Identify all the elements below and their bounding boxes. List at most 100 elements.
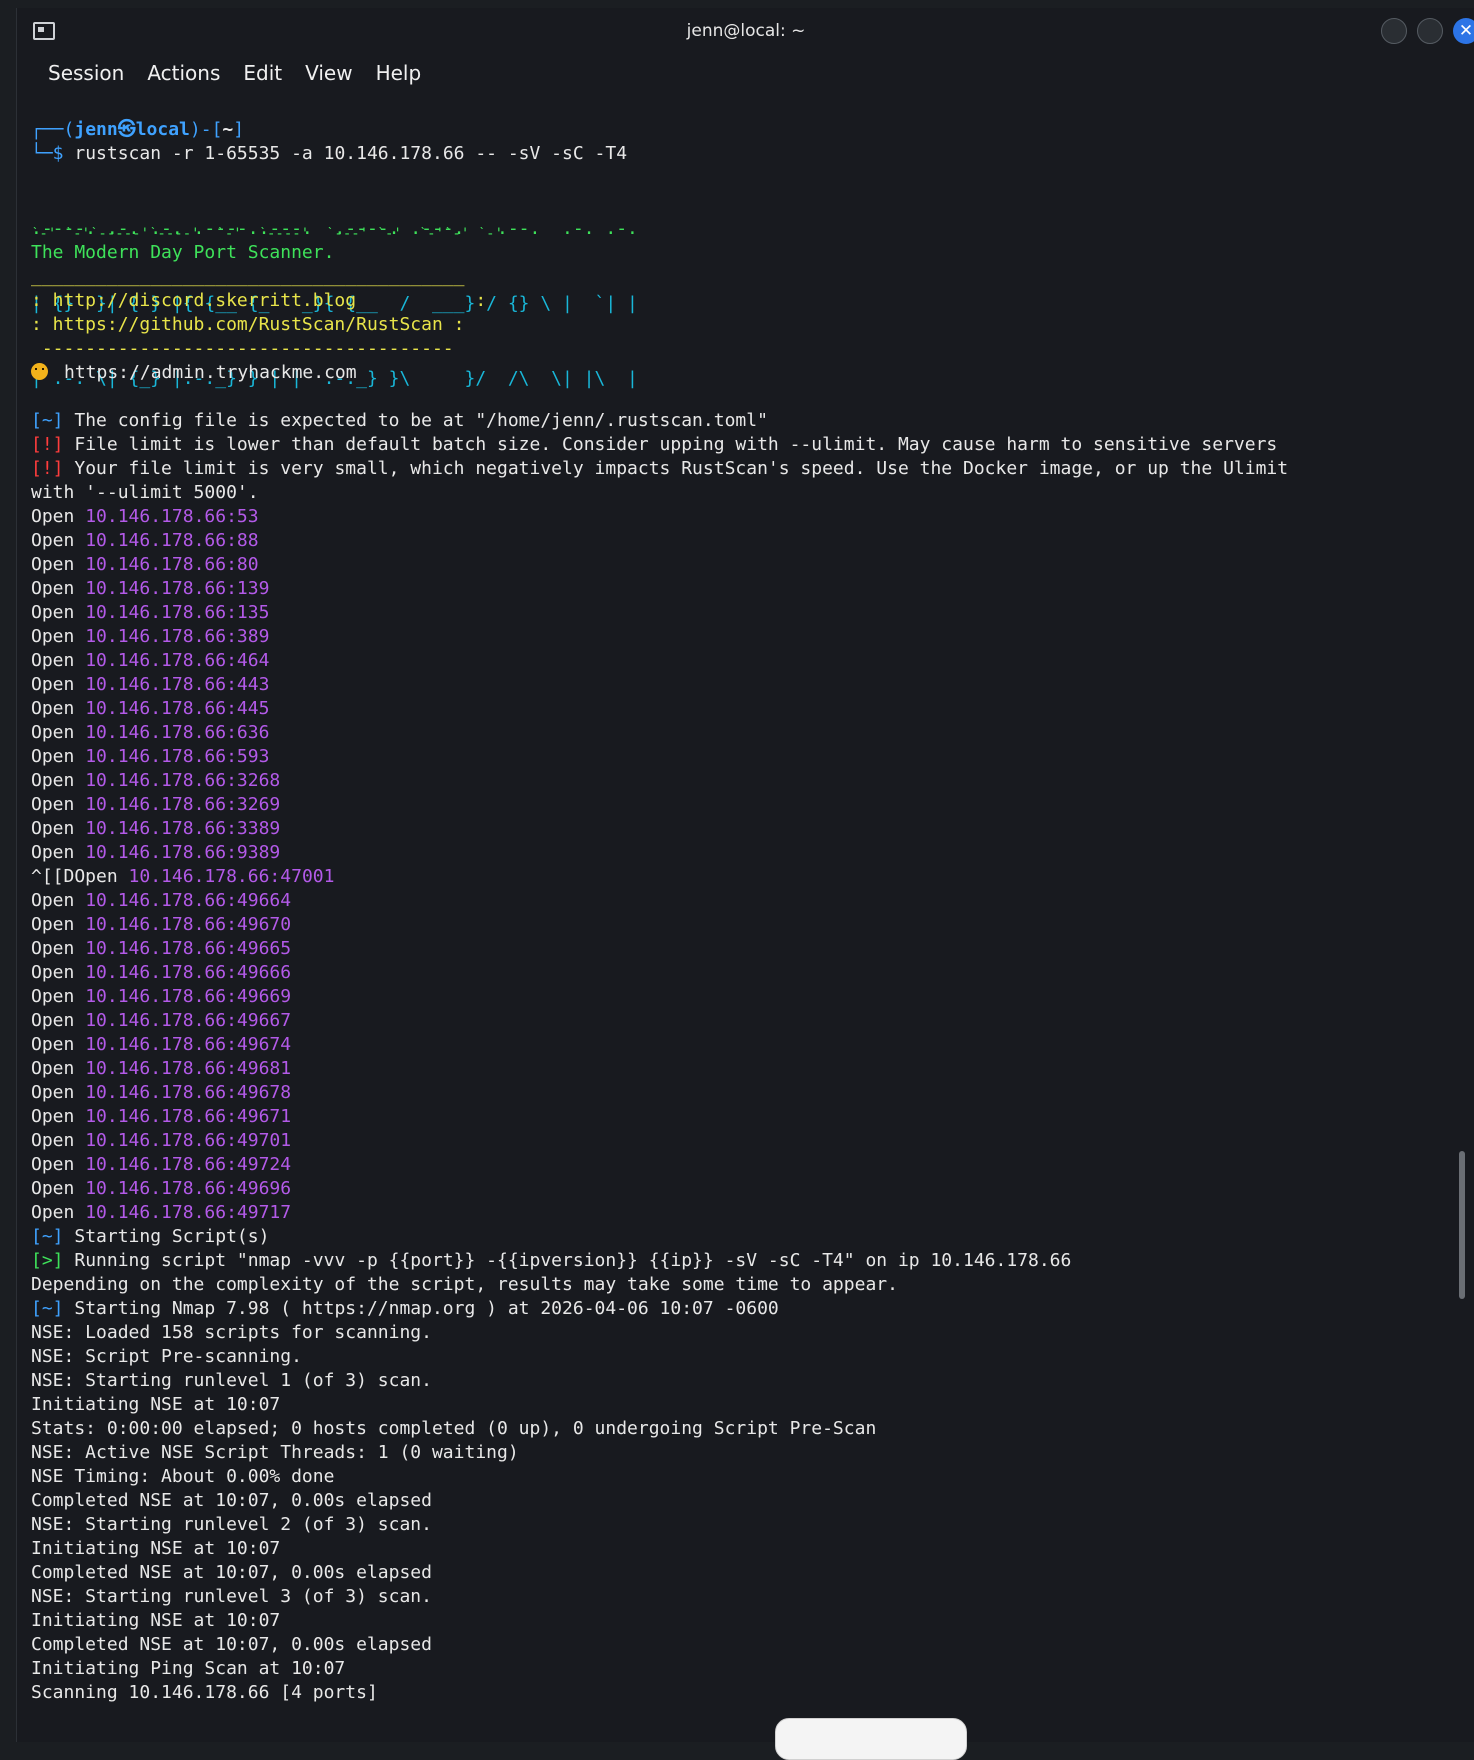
notice-tag: [!]: [31, 458, 64, 479]
port-address: 10.146.178.66:445: [85, 698, 270, 719]
port-address: 10.146.178.66:135: [85, 602, 270, 623]
menu-actions[interactable]: Actions: [137, 61, 230, 85]
github-link[interactable]: : https://github.com/RustScan/RustScan :: [31, 313, 1474, 337]
open-label: Open: [31, 554, 75, 575]
notice-line: [~] The config file is expected to be at…: [31, 409, 1474, 433]
open-label: Open: [31, 626, 75, 647]
script-text: Starting Nmap 7.98 ( https://nmap.org ) …: [63, 1298, 779, 1319]
open-port-row: Open 10.146.178.66:9389: [31, 841, 1474, 865]
open-label: Open: [31, 1082, 75, 1103]
tagline: The Modern Day Port Scanner.: [31, 242, 335, 263]
port-address: 10.146.178.66:49671: [85, 1106, 292, 1127]
script-line: [~] Starting Nmap 7.98 ( https://nmap.or…: [31, 1297, 1474, 1321]
port-address: 10.146.178.66:49670: [85, 914, 292, 935]
open-port-row: Open 10.146.178.66:49681: [31, 1057, 1474, 1081]
open-port-row: Open 10.146.178.66:464: [31, 649, 1474, 673]
port-address: 10.146.178.66:49664: [85, 890, 292, 911]
open-label: Open: [31, 794, 75, 815]
nmap-output-line: Completed NSE at 10:07, 0.00s elapsed: [31, 1634, 432, 1655]
open-label: Open: [31, 674, 75, 695]
terminal-output[interactable]: ┌──(jenn㉿local)-[~] └─$ rustscan -r 1-65…: [31, 118, 1474, 1742]
open-port-row: Open 10.146.178.66:139: [31, 577, 1474, 601]
open-port-row: Open 10.146.178.66:389: [31, 625, 1474, 649]
open-label: Open: [31, 602, 75, 623]
banner-rule-bottom: --------------------------------------: [31, 338, 454, 359]
rustscan-ascii-logo-bottom: `-' `-'`-----'`----' `-' `----' `---' `-…: [31, 227, 504, 241]
open-label: Open: [31, 746, 75, 767]
open-label: Open: [31, 986, 75, 1007]
port-address: 10.146.178.66:3389: [85, 818, 281, 839]
port-address: 10.146.178.66:3269: [85, 794, 281, 815]
open-label: Open: [31, 914, 75, 935]
nmap-output-line: Completed NSE at 10:07, 0.00s elapsed: [31, 1562, 432, 1583]
open-label: Open: [31, 506, 75, 527]
open-port-row: Open 10.146.178.66:49664: [31, 889, 1474, 913]
scrollbar-thumb[interactable]: [1459, 1151, 1465, 1299]
title-bar: jenn@local: ~ ✕: [17, 8, 1474, 54]
discord-link[interactable]: : http://discord.skerritt.blog :: [31, 289, 1474, 313]
port-address: 10.146.178.66:49667: [85, 1010, 292, 1031]
close-icon: ✕: [1458, 21, 1474, 41]
open-label: Open: [31, 890, 75, 911]
nmap-output-line: NSE: Starting runlevel 3 (of 3) scan.: [31, 1586, 432, 1607]
open-label: Open: [31, 1130, 75, 1151]
admin-url[interactable]: https://admin.tryhackme.com: [64, 362, 357, 383]
port-address: 10.146.178.66:49681: [85, 1058, 292, 1079]
open-label: Open: [31, 530, 75, 551]
nmap-output-line: NSE: Loaded 158 scripts for scanning.: [31, 1322, 432, 1343]
open-port-row: Open 10.146.178.66:49674: [31, 1033, 1474, 1057]
prompt-user: jenn㉿local: [74, 119, 190, 140]
open-port-row: Open 10.146.178.66:49671: [31, 1105, 1474, 1129]
notice-text: File limit is lower than default batch s…: [63, 434, 1278, 455]
port-address: 10.146.178.66:53: [85, 506, 259, 527]
port-address: 10.146.178.66:80: [85, 554, 259, 575]
menu-edit[interactable]: Edit: [233, 61, 292, 85]
screenshot-toast[interactable]: [775, 1718, 967, 1760]
minimize-button[interactable]: [1381, 18, 1407, 44]
open-label: Open: [31, 1010, 75, 1031]
open-port-row: Open 10.146.178.66:53: [31, 505, 1474, 529]
nmap-output-line: Scanning 10.146.178.66 [4 ports]: [31, 1682, 378, 1703]
script-tag: [~]: [31, 1226, 64, 1247]
prompt-line-1: ┌──(jenn㉿local)-[~]: [31, 119, 245, 140]
script-line: [>] Running script "nmap -vvv -p {{port}…: [31, 1249, 1474, 1273]
close-button[interactable]: ✕: [1453, 18, 1474, 44]
nmap-output-list: NSE: Loaded 158 scripts for scanning. NSE…: [31, 1321, 1474, 1705]
menu-view[interactable]: View: [295, 61, 362, 85]
terminal-window: jenn@local: ~ ✕ Session Actions Edit Vie…: [16, 8, 1474, 1742]
script-text: Running script "nmap -vvv -p {{port}} -{…: [63, 1250, 1072, 1271]
port-address: 10.146.178.66:49666: [85, 962, 292, 983]
port-address: 10.146.178.66:88: [85, 530, 259, 551]
menu-bar: Session Actions Edit View Help: [17, 54, 1474, 92]
port-address: 10.146.178.66:49701: [85, 1130, 292, 1151]
open-label: Open: [31, 722, 75, 743]
open-label: Open: [31, 818, 75, 839]
open-port-row: ^[[DOpen 10.146.178.66:47001: [31, 865, 1474, 889]
notice-text: Your file limit is very small, which neg…: [63, 458, 1289, 479]
port-address: 10.146.178.66:389: [85, 626, 270, 647]
open-port-row: Open 10.146.178.66:3269: [31, 793, 1474, 817]
script-line: [~] Starting Script(s): [31, 1225, 1474, 1249]
port-address: 10.146.178.66:49674: [85, 1034, 292, 1055]
script-text: Depending on the complexity of the scrip…: [31, 1274, 898, 1295]
command-text: rustscan -r 1-65535 -a 10.146.178.66 -- …: [74, 143, 628, 164]
open-port-row: Open 10.146.178.66:49678: [31, 1081, 1474, 1105]
nmap-output-line: Initiating Ping Scan at 10:07: [31, 1658, 346, 1679]
open-port-row: Open 10.146.178.66:49701: [31, 1129, 1474, 1153]
admin-line: https://admin.tryhackme.com: [31, 361, 1474, 385]
open-port-row: Open 10.146.178.66:135: [31, 601, 1474, 625]
menu-help[interactable]: Help: [366, 61, 432, 85]
nmap-output-line: NSE: Active NSE Script Threads: 1 (0 wai…: [31, 1442, 519, 1463]
port-address: 10.146.178.66:636: [85, 722, 270, 743]
open-label: Open: [31, 1154, 75, 1175]
open-label: Open: [31, 842, 75, 863]
open-port-row: Open 10.146.178.66:49670: [31, 913, 1474, 937]
maximize-button[interactable]: [1417, 18, 1443, 44]
nmap-output-line: Initiating NSE at 10:07: [31, 1538, 281, 1559]
nmap-output-line: NSE Timing: About 0.00% done: [31, 1466, 335, 1487]
open-label: Open: [31, 1034, 75, 1055]
menu-session[interactable]: Session: [38, 61, 134, 85]
notice-tag: [!]: [31, 434, 64, 455]
notice-text: The config file is expected to be at "/h…: [63, 410, 768, 431]
script-text: Starting Script(s): [63, 1226, 270, 1247]
